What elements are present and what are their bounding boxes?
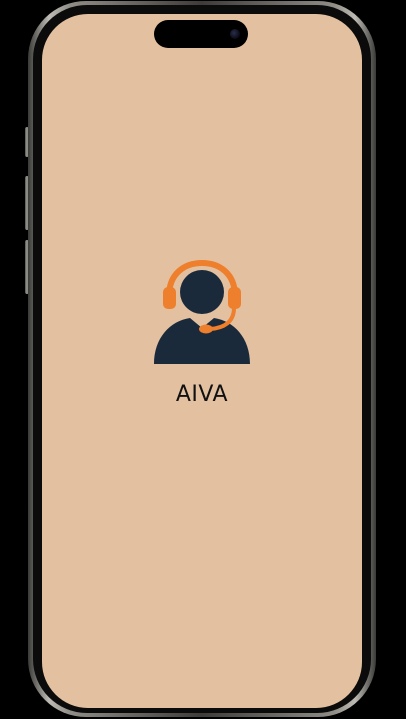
app-name-label: AIVA — [175, 382, 229, 407]
logo-left-earcup — [163, 287, 176, 309]
splash-content: AIVA — [42, 260, 362, 407]
device-stage: AIVA — [0, 0, 406, 719]
customer-support-headset-icon — [154, 260, 250, 364]
logo-right-earcup — [228, 287, 241, 309]
front-camera-icon — [230, 29, 240, 39]
logo-body — [154, 318, 250, 364]
logo-head — [180, 270, 224, 314]
splash-screen: AIVA — [42, 14, 362, 708]
dynamic-island — [154, 20, 248, 48]
logo-microphone — [199, 324, 213, 334]
